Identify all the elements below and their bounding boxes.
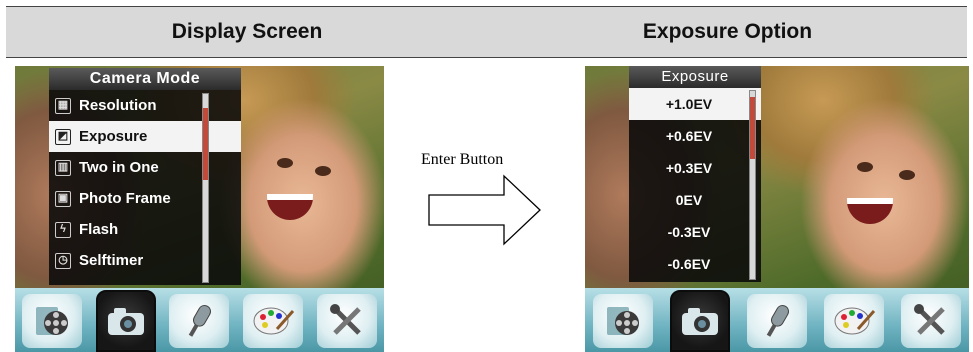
toolbar-camera-button[interactable] <box>95 290 156 352</box>
toolbar-settings-button[interactable] <box>900 294 961 348</box>
photo-frame-icon: ▣ <box>55 190 71 207</box>
toolbar-settings-button[interactable] <box>317 294 378 348</box>
camera-mode-screen: Camera Mode ▦ Resolution ◩ Exposure ▥ Tw… <box>15 66 384 352</box>
display-screen-header: Display Screen <box>6 6 488 58</box>
exposure-option-minus-0-6[interactable]: -0.6EV <box>629 248 761 280</box>
menu-item-label: Two in One <box>79 159 159 176</box>
photo-detail <box>847 198 893 224</box>
camera-mode-menu: Camera Mode ▦ Resolution ◩ Exposure ▥ Tw… <box>49 68 241 285</box>
palette-icon <box>834 307 875 335</box>
resolution-icon: ▦ <box>55 97 71 114</box>
photo-detail <box>857 162 873 172</box>
exposure-option-minus-0-3[interactable]: -0.3EV <box>629 216 761 248</box>
menu-item-label: Resolution <box>79 97 157 114</box>
exposure-option-header: Exposure Option <box>488 6 967 58</box>
photo-detail <box>899 170 915 180</box>
menu-scrollbar[interactable] <box>749 90 756 280</box>
exposure-option-plus-1-0[interactable]: +1.0EV <box>629 88 761 120</box>
mode-toolbar <box>585 288 969 352</box>
exposure-option-screen: Exposure +1.0EV +0.6EV +0.3EV 0EV -0.3EV… <box>585 66 969 352</box>
tools-icon <box>913 304 945 335</box>
display-screen-title: Display Screen <box>171 20 323 43</box>
two-in-one-icon: ▥ <box>55 159 71 176</box>
toolbar-movie-button[interactable] <box>21 294 82 348</box>
exposure-menu: Exposure +1.0EV +0.6EV +0.3EV 0EV -0.3EV… <box>629 66 761 282</box>
menu-item-flash[interactable]: ϟ Flash <box>49 214 241 245</box>
exposure-option-plus-0-6[interactable]: +0.6EV <box>629 120 761 152</box>
right-arrow-icon <box>428 174 541 246</box>
menu-scrollbar[interactable] <box>202 93 209 283</box>
menu-item-label: Selftimer <box>79 252 144 269</box>
microphone-icon <box>189 304 212 337</box>
menu-item-two-in-one[interactable]: ▥ Two in One <box>49 152 241 183</box>
exposure-icon: ◩ <box>55 128 71 145</box>
toolbar-camera-button[interactable] <box>670 290 731 352</box>
camera-icon <box>107 308 144 335</box>
flash-icon: ϟ <box>55 221 71 238</box>
palette-icon <box>253 307 295 335</box>
exposure-option-title: Exposure Option <box>642 20 813 43</box>
enter-button-label: Enter Button <box>421 151 504 168</box>
toolbar-voice-button[interactable] <box>169 294 230 348</box>
selftimer-icon: ◷ <box>55 252 71 269</box>
movie-reel-icon <box>607 307 640 335</box>
mode-toolbar <box>15 288 384 352</box>
toolbar-effects-button[interactable] <box>823 294 884 348</box>
photo-detail <box>267 194 313 220</box>
menu-item-label: Flash <box>79 221 119 238</box>
exposure-option-plus-0-3[interactable]: +0.3EV <box>629 152 761 184</box>
menu-item-resolution[interactable]: ▦ Resolution <box>49 90 241 121</box>
camera-icon <box>682 308 719 335</box>
toolbar-movie-button[interactable] <box>593 294 654 348</box>
menu-item-selftimer[interactable]: ◷ Selftimer <box>49 245 241 276</box>
photo-detail <box>277 158 293 168</box>
menu-item-label: Exposure <box>79 128 148 145</box>
toolbar-effects-button[interactable] <box>243 294 304 348</box>
microphone-icon <box>766 304 789 337</box>
menu-title: Exposure <box>629 66 761 88</box>
scroll-thumb[interactable] <box>750 97 755 159</box>
menu-item-photo-frame[interactable]: ▣ Photo Frame <box>49 183 241 214</box>
menu-title: Camera Mode <box>49 68 241 90</box>
menu-item-label: Photo Frame <box>79 190 171 207</box>
movie-reel-icon <box>35 307 68 335</box>
menu-item-exposure[interactable]: ◩ Exposure <box>49 121 241 152</box>
toolbar-voice-button[interactable] <box>746 294 807 348</box>
photo-detail <box>315 166 331 176</box>
scroll-thumb[interactable] <box>203 108 208 180</box>
tools-icon <box>330 304 361 335</box>
exposure-option-0[interactable]: 0EV <box>629 184 761 216</box>
